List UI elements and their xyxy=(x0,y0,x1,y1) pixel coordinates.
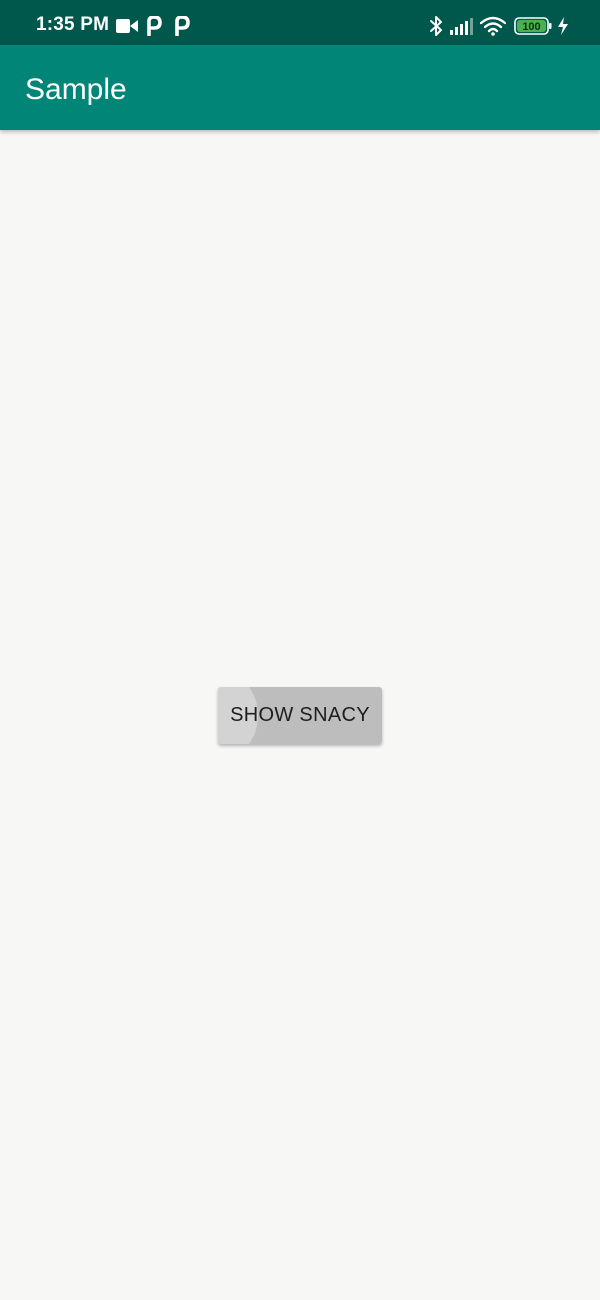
show-snacy-button-label: SHOW SNACY xyxy=(230,704,370,726)
signal-icon xyxy=(450,18,473,35)
main-content: SHOW SNACY xyxy=(0,130,600,1300)
show-snacy-button[interactable]: SHOW SNACY xyxy=(218,687,382,744)
wifi-icon xyxy=(480,16,506,36)
bluetooth-icon xyxy=(430,16,442,36)
status-time: 1:35 PM xyxy=(36,14,110,35)
video-camera-icon xyxy=(116,19,138,33)
app-title: Sample xyxy=(25,73,127,106)
p-notification-icon xyxy=(175,16,190,36)
app-bar: Sample xyxy=(0,45,600,130)
svg-text:100: 100 xyxy=(522,21,540,33)
charging-icon xyxy=(558,17,568,35)
p-notification-icon xyxy=(147,16,162,36)
status-bar: 1:35 PM 100 xyxy=(0,0,600,45)
battery-icon: 100 xyxy=(514,17,552,35)
